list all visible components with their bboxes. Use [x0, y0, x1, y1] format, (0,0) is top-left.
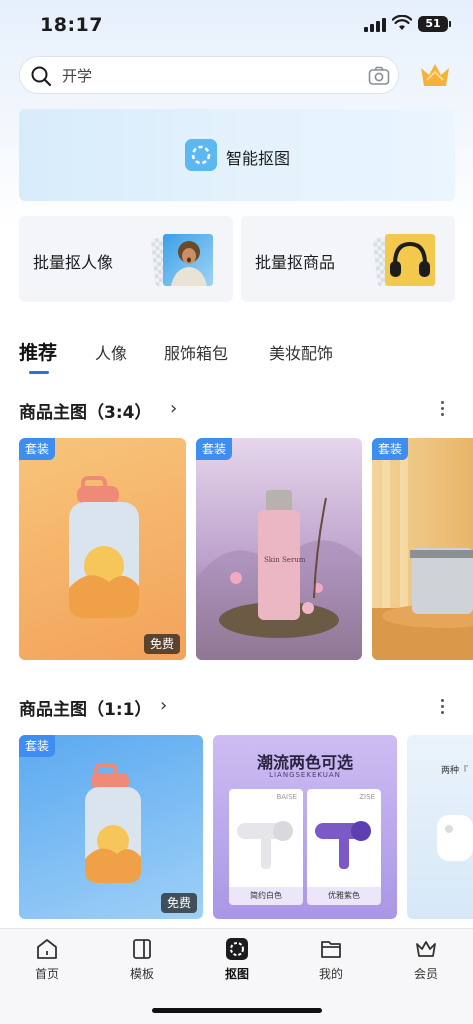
purple-dryer-panel: ZISE 优雅紫色: [307, 789, 381, 905]
nav-label: 抠图: [224, 967, 249, 981]
batch-product-label: 批量抠商品: [255, 253, 336, 272]
template-icon: [133, 939, 151, 959]
home-indicator: [152, 1008, 322, 1013]
bottle-image: [69, 476, 139, 618]
tab-portrait[interactable]: 人像: [95, 340, 127, 364]
section-title-1x1[interactable]: 商品主图（1:1）: [19, 695, 151, 720]
crown-icon: [416, 941, 436, 957]
set-tag: 套装: [19, 735, 56, 757]
template-card[interactable]: 套装 免费: [19, 735, 203, 919]
category-tabs: 推荐 人像 服饰箱包 美妆配饰: [19, 340, 459, 380]
status-time: 18:17: [40, 14, 103, 36]
serum-bottle-image: [196, 490, 362, 660]
white-dryer-image: [237, 821, 293, 869]
chevron-right-icon[interactable]: ›: [160, 695, 167, 716]
nav-label: 我的: [318, 967, 343, 981]
nav-label: 会员: [413, 967, 438, 981]
more-icon[interactable]: [435, 697, 451, 717]
portrait-thumbnail: [150, 233, 215, 287]
panel-label: 优雅紫色: [307, 887, 381, 905]
tab-active-indicator: [29, 371, 49, 374]
home-icon: [37, 939, 57, 959]
free-badge: 免费: [143, 634, 180, 654]
folder-icon: [321, 941, 341, 958]
template-card[interactable]: 两种『: [407, 735, 473, 919]
pot-image: [372, 438, 473, 660]
batch-portrait-label: 批量抠人像: [33, 253, 114, 272]
headphone-thumbnail: [372, 233, 437, 287]
card-partial-text: 两种『: [441, 766, 469, 776]
template-card[interactable]: 潮流两色可选 LIANGSEKEKUAN BAISE 简约白色 ZISE 优雅紫…: [213, 735, 397, 919]
signal-icon: [364, 18, 386, 32]
template-card[interactable]: 套装: [372, 438, 473, 660]
crown-icon[interactable]: [418, 60, 452, 90]
smart-cutout-banner[interactable]: 智能抠图: [19, 109, 455, 201]
batch-product-card[interactable]: 批量抠商品: [241, 216, 455, 302]
tab-beauty-accessories[interactable]: 美妆配饰: [269, 340, 333, 364]
purple-dryer-image: [315, 821, 371, 869]
wifi-icon: [392, 15, 412, 30]
template-card[interactable]: 套装 免费: [19, 438, 186, 660]
status-bar: 18:17 51: [0, 0, 473, 50]
camera-icon[interactable]: [368, 66, 390, 86]
card-headline: 潮流两色可选: [256, 753, 353, 772]
cutout-icon: [226, 938, 248, 960]
more-icon[interactable]: [435, 399, 451, 419]
set-tag: 套装: [19, 438, 56, 460]
card-subline: LIANGSEKEKUAN: [269, 771, 341, 779]
search-icon: [31, 66, 52, 87]
serum-label: Skin Serum: [264, 556, 306, 564]
bottle-image: [85, 763, 141, 883]
panel-caption: ZISE: [359, 793, 375, 801]
nav-home[interactable]: 首页: [17, 937, 77, 987]
nav-label: 模板: [129, 967, 154, 981]
tab-apparel-bags[interactable]: 服饰箱包: [164, 340, 228, 364]
nav-membership[interactable]: 会员: [396, 937, 456, 987]
search-input[interactable]: 开学: [62, 66, 92, 86]
nav-label: 首页: [34, 967, 59, 981]
smart-cutout-icon: [185, 139, 217, 171]
battery-icon: 51: [418, 16, 451, 32]
free-badge: 免费: [160, 893, 197, 913]
nav-templates[interactable]: 模板: [112, 937, 172, 987]
set-tag: 套装: [372, 438, 409, 460]
panel-caption: BAISE: [276, 793, 297, 801]
panel-label: 简约白色: [229, 887, 303, 905]
white-dryer-panel: BAISE 简约白色: [229, 789, 303, 905]
search-bar[interactable]: 开学: [19, 56, 399, 94]
smart-cutout-label: 智能抠图: [226, 149, 291, 168]
section-title-3x4[interactable]: 商品主图（3:4）: [19, 398, 151, 423]
nav-mine[interactable]: 我的: [301, 937, 361, 987]
nav-cutout[interactable]: 抠图: [207, 937, 267, 987]
tab-recommend[interactable]: 推荐: [19, 338, 57, 365]
set-tag: 套装: [196, 438, 233, 460]
chevron-right-icon[interactable]: ›: [170, 398, 177, 419]
template-card[interactable]: Skin Serum 套装: [196, 438, 362, 660]
batch-portrait-card[interactable]: 批量抠人像: [19, 216, 233, 302]
